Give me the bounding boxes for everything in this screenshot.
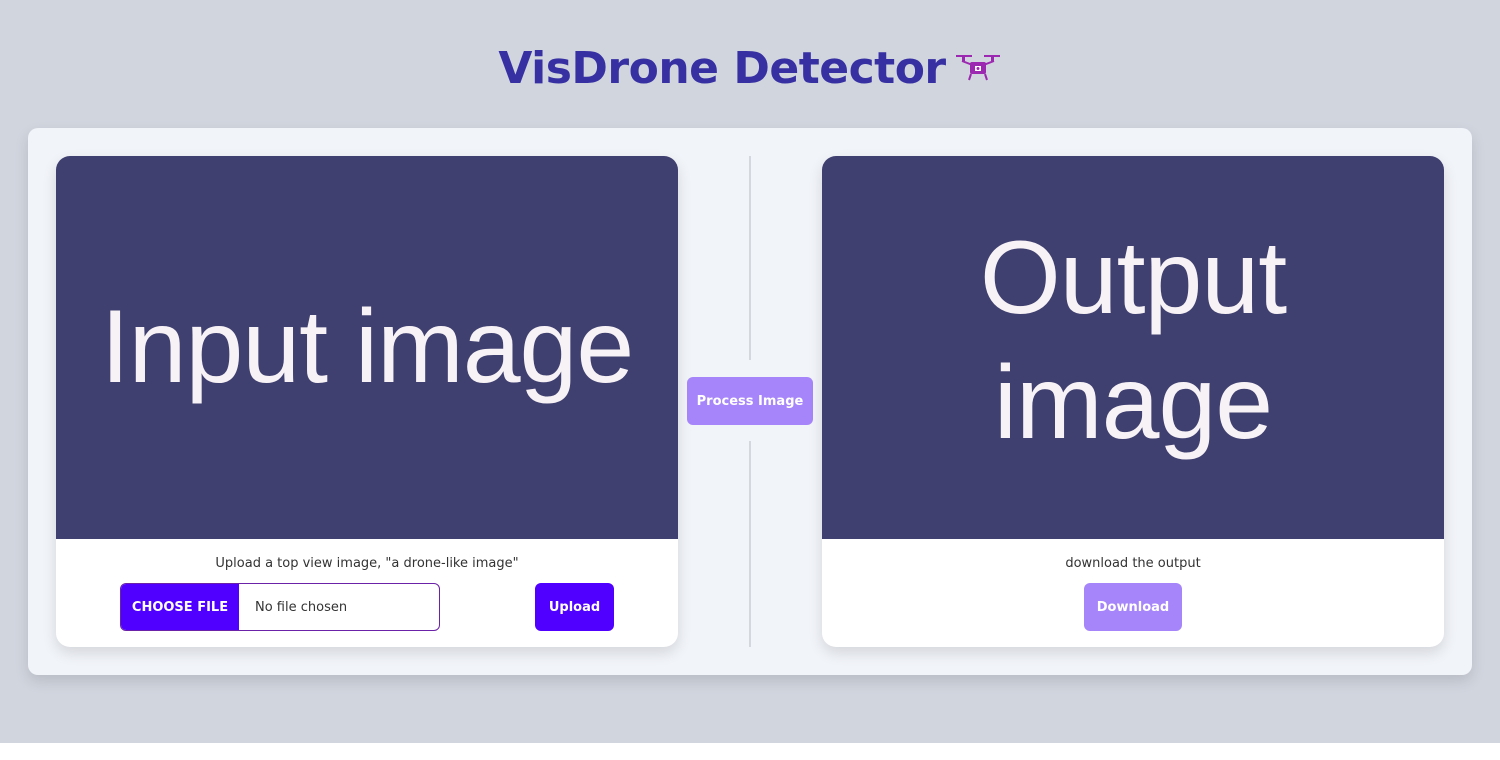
- output-image-preview: Output image: [822, 156, 1444, 539]
- input-image-placeholder-text: Input image: [100, 289, 634, 406]
- download-instructions: download the output: [1065, 556, 1201, 571]
- download-button[interactable]: Download: [1084, 583, 1182, 631]
- page-background: VisDrone Detector Input image Upload a t…: [0, 0, 1500, 743]
- output-card: Output image download the output Downloa…: [822, 156, 1444, 647]
- divider-bottom: [749, 441, 751, 647]
- file-input[interactable]: CHOOSE FILE No file chosen: [120, 583, 440, 631]
- output-image-placeholder-text: Output image: [979, 219, 1287, 461]
- upload-instructions: Upload a top view image, "a drone-like i…: [215, 556, 519, 571]
- file-status-text: No file chosen: [255, 599, 348, 615]
- page-title: VisDrone Detector: [498, 42, 946, 94]
- process-image-button[interactable]: Process Image: [687, 377, 813, 425]
- input-card: Input image Upload a top view image, "a …: [56, 156, 678, 647]
- upload-button[interactable]: Upload: [535, 583, 614, 631]
- main-panel: Input image Upload a top view image, "a …: [28, 128, 1472, 675]
- choose-file-button[interactable]: CHOOSE FILE: [121, 584, 239, 630]
- drone-icon: [955, 55, 1000, 81]
- input-image-preview: Input image: [56, 156, 678, 539]
- header: VisDrone Detector: [0, 38, 1500, 98]
- divider-top: [749, 156, 751, 360]
